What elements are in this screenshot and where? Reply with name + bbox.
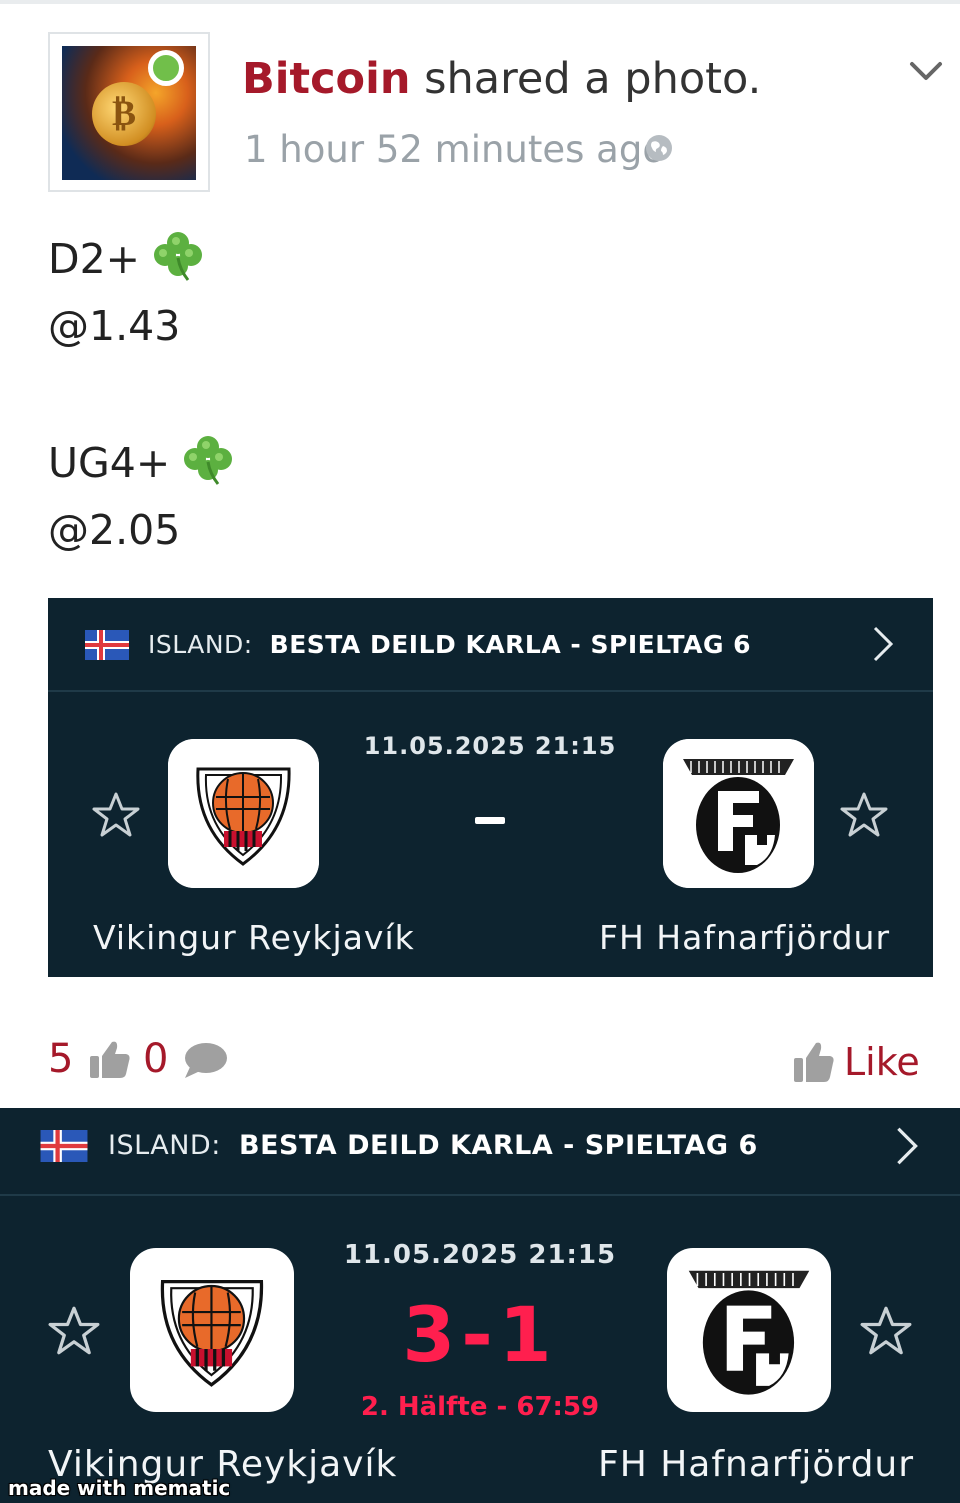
vikingur-logo-icon — [130, 1248, 294, 1412]
thumbs-up-icon — [90, 1041, 130, 1078]
match-card-result[interactable]: ISLAND: BESTA DEILD KARLA - SPIELTAG 6 1… — [0, 1108, 960, 1503]
online-status-dot — [148, 50, 184, 86]
fh-logo-icon — [663, 739, 814, 888]
likes-count[interactable]: 5 — [48, 1036, 73, 1082]
fh-logo-icon — [667, 1248, 831, 1412]
chevron-right-icon[interactable] — [893, 1124, 921, 1168]
flag-iceland-icon — [85, 630, 129, 660]
league-title: ISLAND: BESTA DEILD KARLA - SPIELTAG 6 — [148, 630, 752, 659]
chevron-right-icon[interactable] — [870, 624, 896, 664]
author-name-link[interactable]: Bitcoin — [242, 54, 410, 104]
vikingur-logo-icon — [168, 739, 319, 888]
post-text-line: UG4+ — [48, 436, 236, 494]
match-status: 2. Hälfte - 67:59 — [360, 1392, 600, 1422]
post-headline: Bitcoin shared a photo. — [242, 54, 761, 104]
thumbs-up-icon — [794, 1042, 834, 1082]
league-title: ISLAND: BESTA DEILD KARLA - SPIELTAG 6 — [108, 1130, 758, 1161]
mematic-watermark: made with mematic — [8, 1476, 231, 1500]
star-icon[interactable] — [840, 791, 888, 839]
away-team-name[interactable]: FH Hafnarfjördur — [599, 918, 890, 957]
match-card-photo[interactable]: ISLAND: BESTA DEILD KARLA - SPIELTAG 6 1… — [48, 598, 933, 977]
match-datetime: 11.05.2025 21:15 — [363, 732, 617, 760]
match-score: 3-1 — [402, 1290, 558, 1379]
comments-count[interactable]: 0 — [143, 1036, 168, 1082]
chevron-down-icon[interactable] — [906, 56, 946, 88]
post-text-line: @1.43 — [48, 302, 181, 350]
star-icon[interactable] — [860, 1305, 912, 1357]
league-header[interactable]: ISLAND: BESTA DEILD KARLA - SPIELTAG 6 — [0, 1108, 960, 1196]
avatar-image: ₿ — [62, 46, 196, 180]
away-team-name[interactable]: FH Hafnarfjördur — [598, 1444, 914, 1485]
league-header[interactable]: ISLAND: BESTA DEILD KARLA - SPIELTAG 6 — [48, 598, 933, 692]
score-placeholder — [475, 817, 505, 824]
star-icon[interactable] — [92, 791, 140, 839]
star-icon[interactable] — [48, 1305, 100, 1357]
like-label: Like — [844, 1040, 920, 1084]
clover-icon — [184, 436, 233, 485]
clover-icon — [154, 232, 203, 281]
author-avatar[interactable]: ₿ — [48, 32, 210, 192]
post-text-line: D2+ — [48, 232, 206, 290]
match-datetime: 11.05.2025 21:15 — [343, 1240, 617, 1270]
top-divider — [0, 0, 960, 4]
flag-iceland-icon — [40, 1130, 88, 1162]
comment-bubble-icon — [185, 1043, 227, 1078]
post-text-line: @2.05 — [48, 506, 181, 554]
bitcoin-coin-icon: ₿ — [92, 82, 156, 146]
post-timestamp[interactable]: 1 hour 52 minutes ago — [244, 128, 665, 171]
globe-icon — [646, 135, 672, 161]
post-action-text: shared a photo. — [410, 54, 762, 104]
home-team-name[interactable]: Vikingur Reykjavík — [93, 918, 415, 957]
